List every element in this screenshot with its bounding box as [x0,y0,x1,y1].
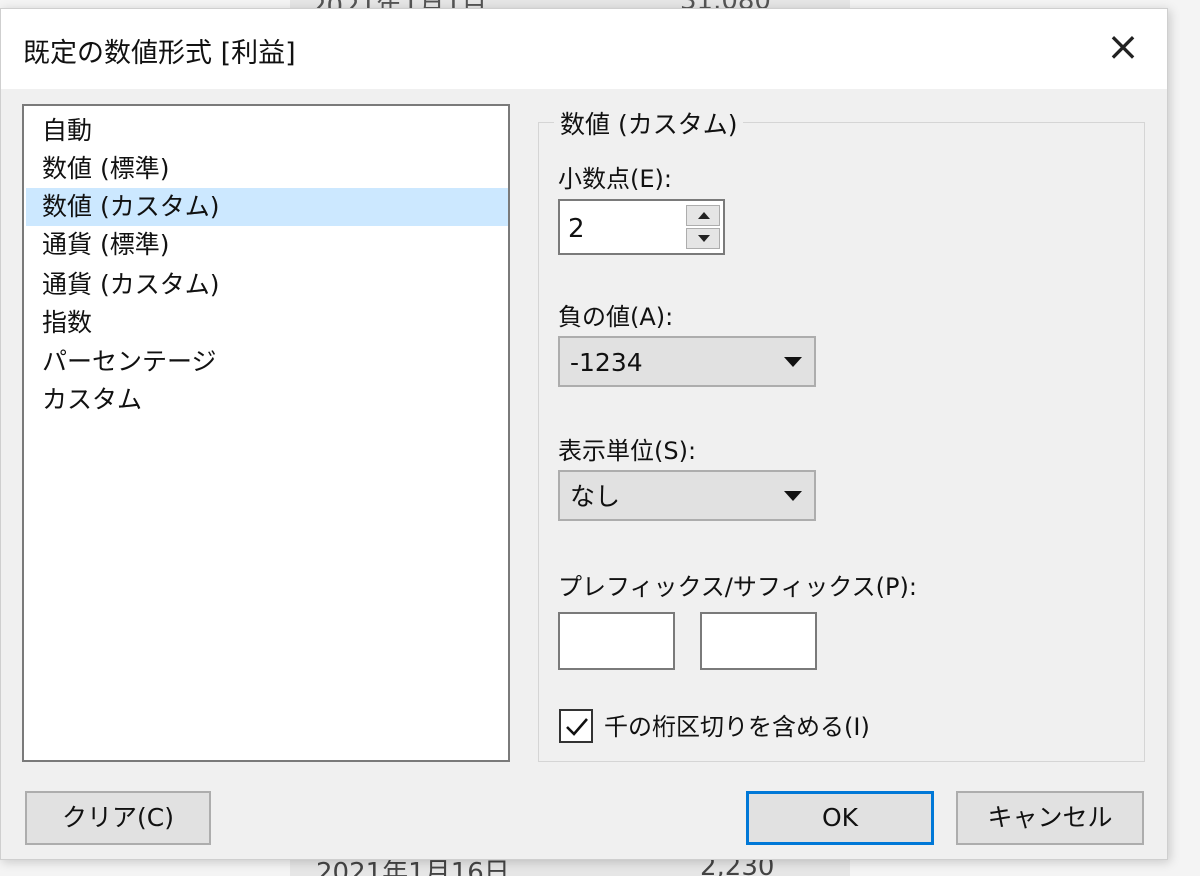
decimal-places-label: 小数点(E): [558,165,672,193]
negative-values-selected: -1234 [570,348,643,377]
decimal-places-value[interactable]: 2 [568,201,585,253]
list-item-auto[interactable]: 自動 [26,112,508,150]
list-item-scientific[interactable]: 指数 [26,304,508,342]
background-value: 2,230 [700,858,775,876]
dialog-title: 既定の数値形式 [利益] [23,38,296,69]
close-icon[interactable]: × [1103,27,1143,67]
prefix-input[interactable] [558,612,675,670]
decimal-places-spinner[interactable]: 2 [558,199,725,255]
list-item-custom[interactable]: カスタム [26,381,508,419]
thousands-separator-label[interactable]: 千の桁区切りを含める(I) [604,707,870,742]
display-units-label: 表示単位(S): [558,437,697,465]
list-item-currency-custom[interactable]: 通貨 (カスタム) [26,266,508,304]
number-format-dialog: 既定の数値形式 [利益] × 自動 数値 (標準) 数値 (カスタム) 通貨 (… [0,8,1168,860]
background-table-row-bottom: 2021年1月16日 2,230 [290,858,850,876]
negative-values-select[interactable]: -1234 [558,336,816,387]
chevron-down-icon [784,357,802,367]
ok-button[interactable]: OK [746,791,934,845]
list-item-percentage[interactable]: パーセンテージ [26,343,508,381]
format-type-list[interactable]: 自動 数値 (標準) 数値 (カスタム) 通貨 (標準) 通貨 (カスタム) 指… [22,104,510,762]
cancel-button[interactable]: キャンセル [956,791,1144,845]
spin-up-icon[interactable] [686,205,720,226]
chevron-down-icon [784,491,802,501]
spin-down-icon[interactable] [686,228,720,249]
display-units-select[interactable]: なし [558,470,816,521]
suffix-input[interactable] [700,612,817,670]
list-item-currency-standard[interactable]: 通貨 (標準) [26,226,508,264]
prefix-suffix-label: プレフィックス/サフィックス(P): [558,573,917,601]
group-title: 数値 (カスタム) [554,105,744,141]
spinner-buttons [686,205,720,249]
negative-values-label: 負の値(A): [558,303,674,331]
thousands-separator-checkbox[interactable] [559,709,593,743]
display-units-selected: なし [570,482,621,511]
list-item-number-standard[interactable]: 数値 (標準) [26,150,508,188]
clear-button[interactable]: クリア(C) [25,791,211,845]
background-date: 2021年1月16日 [316,858,510,876]
title-bar: 既定の数値形式 [利益] × [1,9,1167,89]
list-item-number-custom[interactable]: 数値 (カスタム) [26,188,508,226]
checkmark-icon [566,718,588,736]
